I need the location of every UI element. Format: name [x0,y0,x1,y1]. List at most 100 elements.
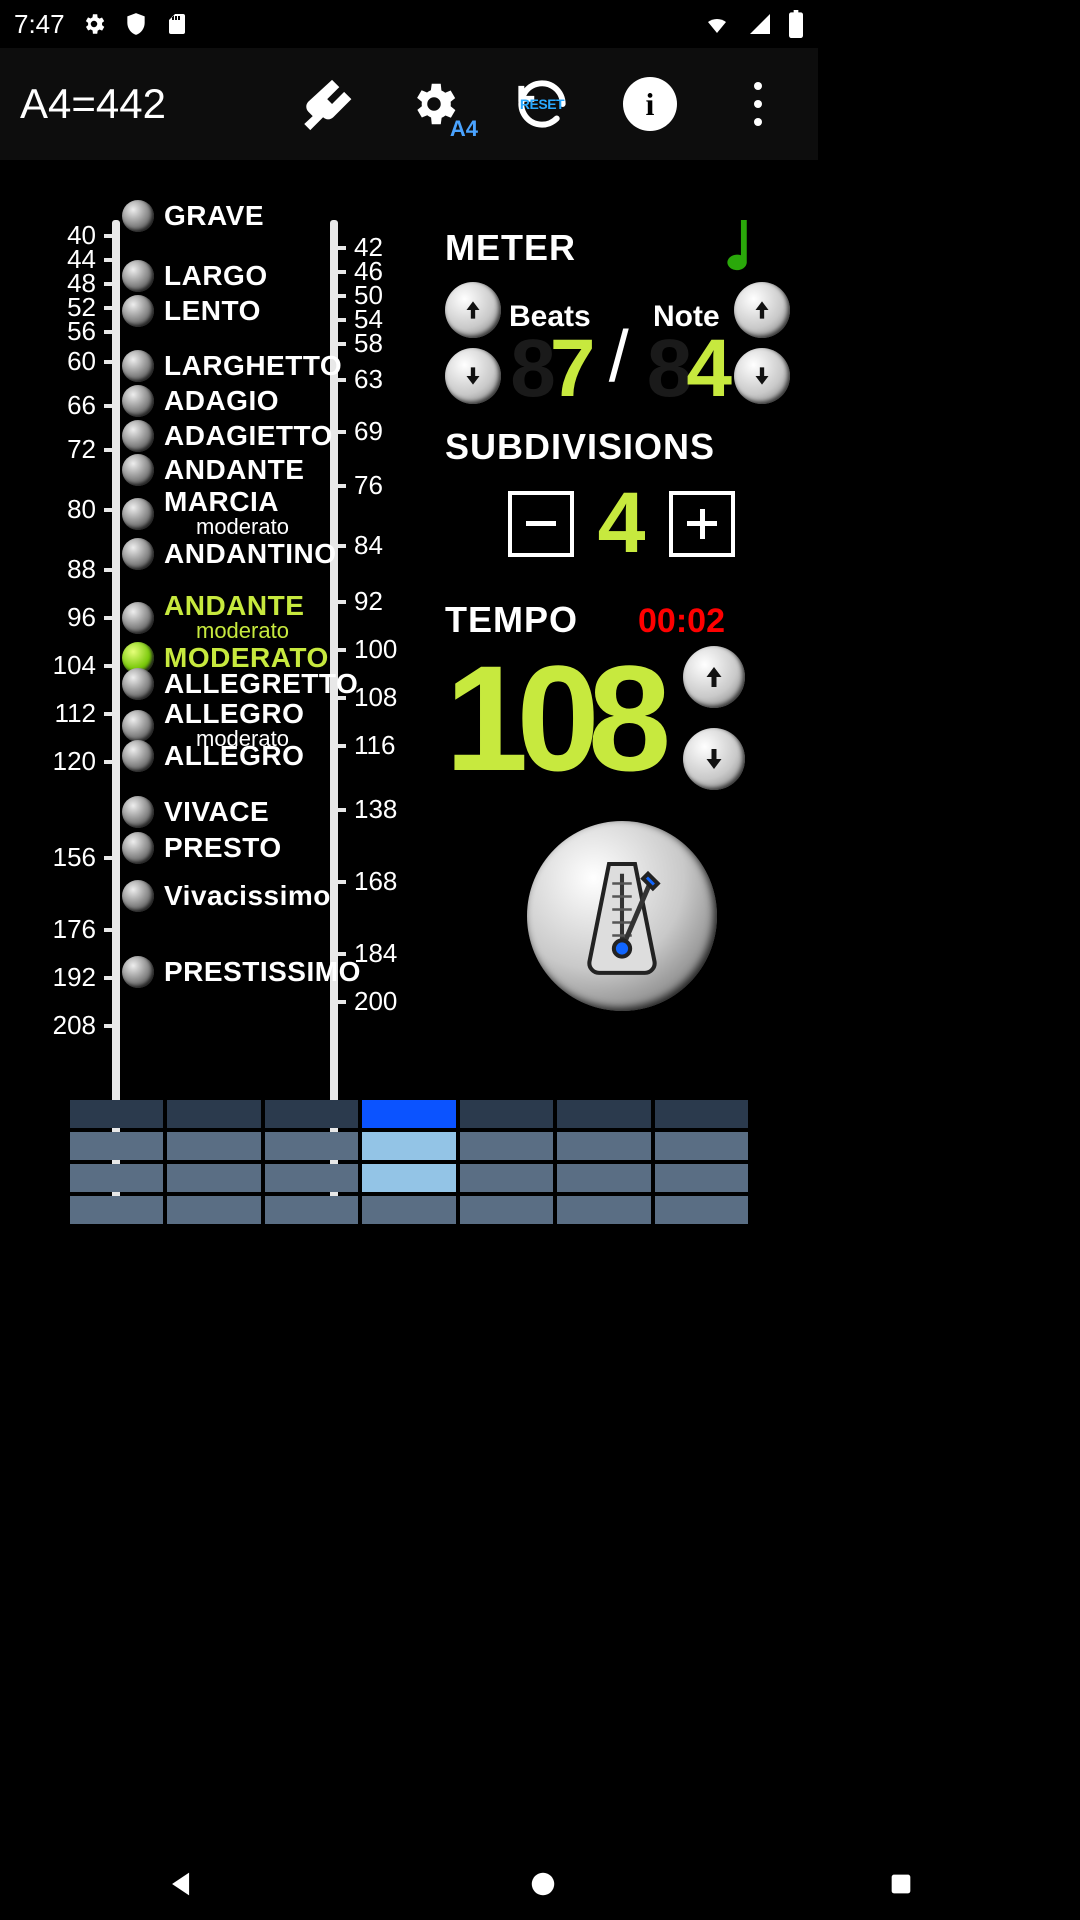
tempo-label: ANDANTE [164,454,304,485]
tempo-decrement-button[interactable] [683,728,745,790]
tempo-value[interactable]: 108 [445,643,659,793]
tempo-marking-allegretto[interactable]: ALLEGRETTO [122,668,358,700]
beat-cell[interactable] [655,1132,748,1160]
tempo-marking-andante[interactable]: ANDANTE [122,454,304,486]
radio-icon [122,385,154,417]
beat-cell[interactable] [362,1196,455,1224]
tuning-fork-icon [297,75,355,133]
ruler-tick: 92 [330,586,383,617]
beat-cell[interactable] [460,1132,553,1160]
beat-cell[interactable] [557,1132,650,1160]
metronome-icon [567,851,677,981]
tempo-label: LARGO [164,260,268,291]
radio-icon [122,454,154,486]
ruler-tick: 69 [330,416,383,447]
tempo-marking-adagio[interactable]: ADAGIO [122,385,279,417]
tuning-fork-button[interactable] [286,64,366,144]
tempo-marking-vivacissimo[interactable]: Vivacissimo [122,880,331,912]
reset-button[interactable]: RESET [502,64,582,144]
overflow-menu-button[interactable] [718,64,798,144]
beat-cell[interactable] [70,1196,163,1224]
beat-cell[interactable] [460,1164,553,1192]
tempo-marking-largo[interactable]: LARGO [122,260,268,292]
radio-icon [122,796,154,828]
back-button[interactable] [165,1867,199,1901]
tempo-label: GRAVE [164,200,264,231]
tempo-sublabel: moderato [164,618,304,644]
beat-cell[interactable] [265,1196,358,1224]
tempo-marking-presto[interactable]: PRESTO [122,832,282,864]
tempo-label: ADAGIETTO [164,420,333,451]
beat-cell[interactable] [70,1164,163,1192]
ruler-tick: 72 [67,434,120,465]
play-metronome-button[interactable] [527,821,717,1011]
beat-cell[interactable] [70,1132,163,1160]
home-button[interactable] [528,1869,558,1899]
radio-icon [122,420,154,452]
beat-cell[interactable] [362,1164,455,1192]
tempo-label: ANDANTE [164,590,304,621]
subdivisions-increment-button[interactable] [669,491,735,557]
beat-indicator-grid[interactable] [70,1100,748,1228]
app-bar: A4=442 A4 RESET i [0,48,818,160]
beat-cell[interactable] [167,1132,260,1160]
tempo-marking-marcia[interactable]: MARCIAmoderato [122,488,289,540]
tempo-marking-grave[interactable]: GRAVE [122,200,264,232]
tuning-reference[interactable]: A4=442 [20,80,166,128]
tempo-marking-lento[interactable]: LENTO [122,295,261,327]
radio-icon [122,602,154,634]
tempo-marking-andante[interactable]: ANDANTEmoderato [122,592,304,644]
tempo-marking-adagietto[interactable]: ADAGIETTO [122,420,333,452]
subdivisions-decrement-button[interactable] [508,491,574,557]
beat-cell[interactable] [557,1196,650,1224]
beats-increment-button[interactable] [445,282,501,338]
tempo-label: MARCIA [164,486,279,517]
beat-cell[interactable] [167,1196,260,1224]
beat-cell[interactable] [460,1100,553,1128]
beat-cell[interactable] [557,1100,650,1128]
tempo-label: LARGHETTO [164,350,342,381]
beat-cell[interactable] [70,1100,163,1128]
tempo-marking-larghetto[interactable]: LARGHETTO [122,350,342,382]
note-decrement-button[interactable] [734,348,790,404]
beat-cell[interactable] [362,1132,455,1160]
beat-cell[interactable] [655,1100,748,1128]
beat-cell[interactable] [265,1100,358,1128]
beat-cell[interactable] [265,1164,358,1192]
info-icon: i [623,77,677,131]
note-value: 84 [647,334,726,404]
beat-row [70,1132,748,1160]
beat-cell[interactable] [655,1196,748,1224]
info-button[interactable]: i [610,64,690,144]
ruler-tick: 192 [53,962,120,993]
tempo-marking-allegro[interactable]: ALLEGRO [122,740,304,772]
tempo-label: ALLEGRETTO [164,668,358,699]
signal-icon [748,12,772,36]
reset-label: RESET [520,96,564,112]
beats-decrement-button[interactable] [445,348,501,404]
gear-icon [81,11,107,37]
tempo-label: ALLEGRO [164,698,304,729]
tempo-marking-prestissimo[interactable]: PRESTISSIMO [122,956,361,988]
meter-slash: / [609,316,629,398]
tempo-marking-andantino[interactable]: ANDANTINO [122,538,337,570]
a4-label: A4 [450,116,478,142]
beat-cell[interactable] [362,1100,455,1128]
tempo-increment-button[interactable] [683,646,745,708]
beat-cell[interactable] [655,1164,748,1192]
ruler-tick: 80 [67,494,120,525]
beat-cell[interactable] [167,1100,260,1128]
tempo-marking-vivace[interactable]: VIVACE [122,796,269,828]
ruler-tick: 100 [330,634,397,665]
beat-row [70,1196,748,1224]
sd-card-icon [165,11,189,37]
ruler-tick: 138 [330,794,397,825]
beat-cell[interactable] [265,1132,358,1160]
beat-cell[interactable] [167,1164,260,1192]
a4-settings-button[interactable]: A4 [394,64,474,144]
shield-icon [123,11,149,37]
beat-cell[interactable] [557,1164,650,1192]
note-increment-button[interactable] [734,282,790,338]
beat-cell[interactable] [460,1196,553,1224]
recents-button[interactable] [887,1870,915,1898]
